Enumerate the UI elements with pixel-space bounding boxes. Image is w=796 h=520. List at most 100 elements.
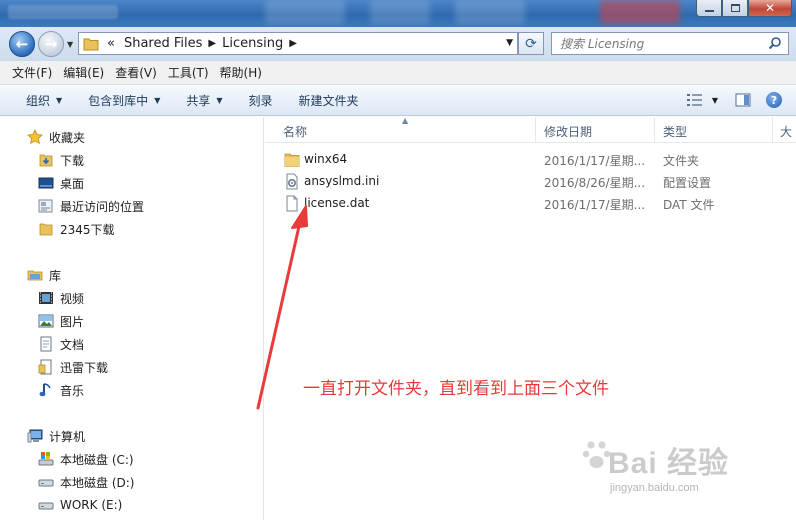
breadcrumb-separator-icon[interactable]: ▶ [289, 38, 297, 49]
column-divider[interactable] [654, 117, 655, 143]
nav-item-label: 图片 [60, 314, 85, 329]
folder-icon [83, 38, 99, 50]
recent-pages-dropdown[interactable]: ▼ [67, 40, 73, 49]
nav-item-drive-e[interactable]: WORK (E:) [38, 494, 122, 516]
nav-libraries[interactable]: 库 [27, 264, 61, 286]
column-divider[interactable] [772, 117, 773, 143]
nav-item-label: 本地磁盘 (C:) [60, 452, 134, 467]
file-date: 2016/1/17/星期... [544, 154, 646, 168]
recent-places-icon [38, 198, 54, 214]
music-icon [38, 382, 54, 398]
file-type: 配置设置 [663, 176, 712, 190]
search-icon[interactable] [768, 36, 782, 50]
maximize-button[interactable] [722, 0, 748, 17]
nav-libraries-label: 库 [49, 268, 62, 283]
computer-icon [27, 428, 43, 444]
nav-item-documents[interactable]: 文档 [38, 333, 84, 355]
star-icon [27, 129, 43, 145]
nav-favorites[interactable]: 收藏夹 [27, 126, 85, 148]
minimize-button[interactable] [696, 0, 722, 17]
column-header-name[interactable]: 名称 [283, 123, 307, 140]
nav-computer[interactable]: 计算机 [27, 425, 85, 447]
share-button[interactable]: 共享 ▼ [186, 92, 222, 109]
nav-item-label: 迅雷下载 [60, 360, 109, 375]
refresh-button[interactable]: ⟳ [518, 32, 544, 55]
nav-item-drive-c[interactable]: 本地磁盘 (C:) [38, 448, 134, 470]
menu-edit[interactable]: 编辑(E) [63, 64, 104, 81]
burn-button[interactable]: 刻录 [249, 92, 273, 109]
help-button[interactable]: ? [766, 92, 782, 108]
nav-computer-label: 计算机 [49, 429, 86, 444]
window-title-blurred [8, 5, 118, 19]
table-row[interactable]: winx64 2016/1/17/星期... 文件夹 [265, 149, 796, 170]
preview-pane-button[interactable] [732, 90, 754, 110]
column-header-date[interactable]: 修改日期 [544, 123, 592, 140]
library-icon [27, 267, 43, 283]
file-list-pane: ▲ 名称 修改日期 类型 大 winx64 2016/1/17/星期... 文件… [265, 117, 796, 520]
column-headers: ▲ 名称 修改日期 类型 大 [265, 117, 796, 143]
close-button[interactable]: ✕ [748, 0, 792, 17]
column-header-size[interactable]: 大 [780, 123, 792, 140]
nav-item-recent-places[interactable]: 最近访问的位置 [38, 195, 144, 217]
drive-icon [38, 474, 54, 490]
maximize-icon [730, 4, 740, 12]
menu-help[interactable]: 帮助(H) [220, 64, 262, 81]
help-icon: ? [770, 93, 778, 107]
window-controls: ✕ [696, 0, 792, 17]
column-divider[interactable] [535, 117, 536, 143]
breadcrumb-separator-icon[interactable]: ▶ [208, 38, 216, 49]
folder-icon [38, 221, 54, 237]
nav-item-label: 2345下载 [60, 222, 115, 237]
file-type: DAT 文件 [663, 198, 715, 212]
downloads-folder-icon [38, 152, 54, 168]
close-icon: ✕ [764, 1, 776, 15]
organize-button[interactable]: 组织 ▼ [26, 92, 62, 109]
column-header-type[interactable]: 类型 [663, 123, 687, 140]
back-button[interactable]: ← [9, 31, 35, 57]
command-bar: 组织 ▼ 包含到库中 ▼ 共享 ▼ 刻录 新建文件夹 ▼ ? [0, 86, 796, 116]
nav-item-music[interactable]: 音乐 [38, 379, 84, 401]
file-date: 2016/1/17/星期... [544, 198, 646, 212]
title-bar: ✕ [0, 0, 796, 27]
file-name: winx64 [304, 152, 348, 166]
file-type: 文件夹 [663, 154, 700, 168]
address-bar[interactable]: « Shared Files ▶ Licensing ▶ ▼ [78, 32, 518, 55]
nav-item-2345-downloads[interactable]: 2345下载 [38, 218, 115, 240]
address-dropdown-icon[interactable]: ▼ [506, 38, 513, 48]
document-folder-icon [38, 359, 54, 375]
file-name: license.dat [304, 196, 370, 210]
nav-item-drive-d[interactable]: 本地磁盘 (D:) [38, 471, 134, 493]
dropdown-arrow-icon: ▼ [56, 96, 63, 105]
nav-item-pictures[interactable]: 图片 [38, 310, 84, 332]
include-in-library-button[interactable]: 包含到库中 ▼ [88, 92, 160, 109]
view-options-dropdown-icon[interactable]: ▼ [712, 96, 718, 105]
new-folder-button[interactable]: 新建文件夹 [299, 92, 359, 109]
forward-button[interactable]: → [38, 31, 64, 57]
table-row[interactable]: license.dat 2016/1/17/星期... DAT 文件 [265, 193, 796, 214]
nav-item-label: 音乐 [60, 383, 85, 398]
table-row[interactable]: ansyslmd.ini 2016/8/26/星期... 配置设置 [265, 171, 796, 192]
search-placeholder: 搜索 Licensing [560, 37, 645, 51]
back-arrow-icon: ← [15, 35, 29, 53]
menu-view[interactable]: 查看(V) [115, 64, 157, 81]
menu-tools[interactable]: 工具(T) [168, 64, 209, 81]
include-library-label: 包含到库中 [88, 94, 149, 108]
burn-label: 刻录 [248, 94, 273, 108]
nav-item-downloads[interactable]: 下载 [38, 149, 84, 171]
desktop-icon [38, 175, 54, 191]
address-overflow-chevron[interactable]: « [107, 36, 115, 51]
documents-icon [38, 336, 54, 352]
change-view-button[interactable] [684, 90, 706, 110]
search-input[interactable]: 搜索 Licensing [551, 32, 789, 55]
nav-item-label: 桌面 [60, 176, 85, 191]
file-name: ansyslmd.ini [304, 174, 380, 188]
breadcrumb-licensing[interactable]: Licensing [222, 36, 283, 51]
nav-item-label: 本地磁盘 (D:) [60, 475, 135, 490]
breadcrumb-shared-files[interactable]: Shared Files [124, 36, 202, 51]
nav-item-desktop[interactable]: 桌面 [38, 172, 84, 194]
nav-item-videos[interactable]: 视频 [38, 287, 84, 309]
nav-item-label: 最近访问的位置 [60, 199, 145, 214]
menu-file[interactable]: 文件(F) [12, 64, 52, 81]
nav-item-thunder-downloads[interactable]: 迅雷下载 [38, 356, 108, 378]
nav-item-label: 文档 [60, 337, 85, 352]
